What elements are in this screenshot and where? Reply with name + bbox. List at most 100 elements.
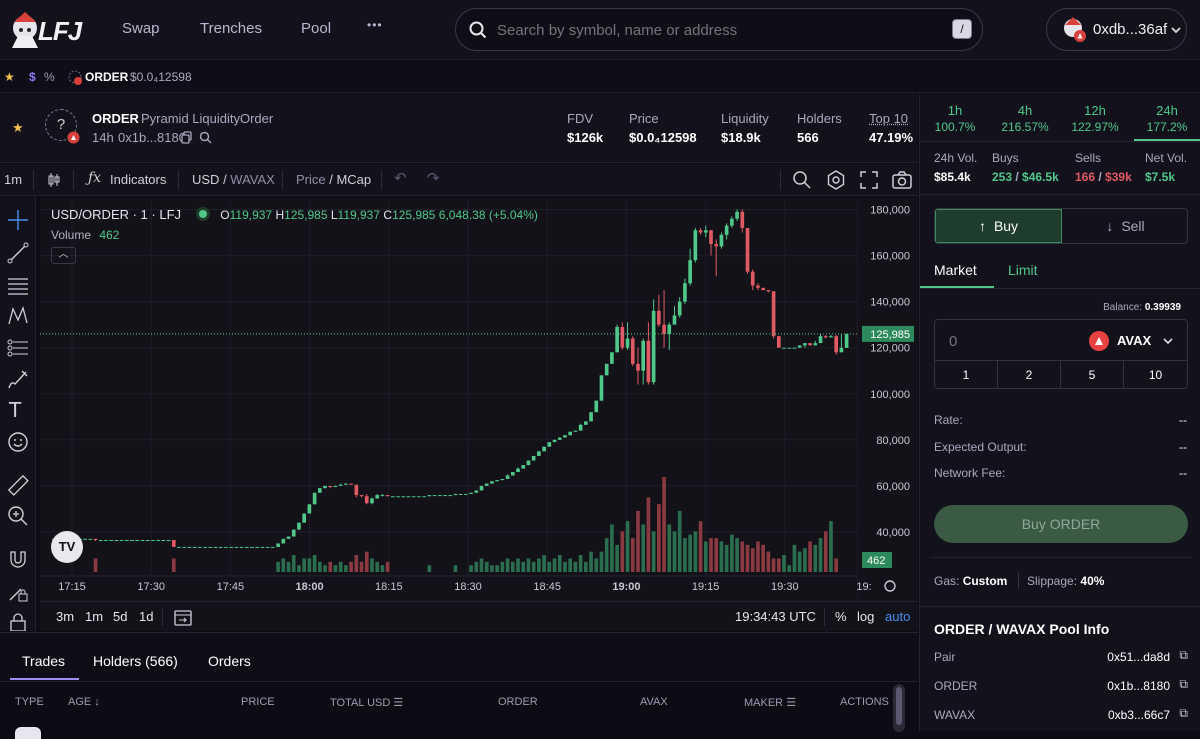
chart-clock[interactable]: 19:34:43 UTC bbox=[735, 609, 816, 624]
brush-icon[interactable] bbox=[7, 368, 29, 390]
tf-tab-1h[interactable]: 1h 100.7% bbox=[920, 94, 990, 141]
range-1m[interactable]: 1m bbox=[85, 609, 103, 624]
crosshair-icon[interactable] bbox=[7, 209, 29, 231]
sell-tab[interactable]: ↓ Sell bbox=[1062, 209, 1188, 243]
fullscreen-icon[interactable] bbox=[860, 171, 878, 189]
logo[interactable]: LFJ bbox=[8, 10, 90, 50]
slippage-setting[interactable]: Slippage: 40% bbox=[1027, 574, 1104, 588]
redo-icon[interactable]: ↷ bbox=[427, 169, 440, 187]
tab-orders[interactable]: Orders bbox=[208, 653, 251, 669]
rate-value: -- bbox=[1179, 413, 1187, 427]
amount-input[interactable] bbox=[949, 330, 1069, 352]
range-3m[interactable]: 3m bbox=[56, 609, 74, 624]
tf-tab-12h[interactable]: 12h 122.97% bbox=[1060, 94, 1130, 141]
volume-bar bbox=[787, 565, 791, 572]
lock-icon[interactable] bbox=[7, 612, 29, 631]
candle-body bbox=[845, 334, 849, 348]
fib-retracement-icon[interactable] bbox=[7, 274, 29, 296]
external-link-icon[interactable]: ⧉ bbox=[1179, 677, 1188, 692]
chart-canvas[interactable]: 180,000 160,000 140,000 120,000 100,000 80,00… bbox=[40, 198, 918, 601]
zoom-in-icon[interactable] bbox=[7, 505, 29, 527]
tab-trades[interactable]: Trades bbox=[22, 653, 65, 669]
token-header: ★ ? ORDER Pyramid LiquidityOrder 14h 0x1… bbox=[0, 94, 918, 163]
tradingview-logo[interactable]: TV bbox=[51, 531, 83, 563]
nav-swap[interactable]: Swap bbox=[122, 20, 160, 37]
text-icon[interactable]: T bbox=[9, 398, 21, 422]
candle-body bbox=[777, 336, 781, 348]
col-age[interactable]: AGE ↓ bbox=[68, 696, 100, 708]
search-input[interactable] bbox=[497, 19, 917, 41]
pool-row-value[interactable]: 0x1b...8180 bbox=[1107, 679, 1170, 693]
buy-sell-toggle: ↑ Buy ↓ Sell bbox=[934, 208, 1188, 244]
volume-bar bbox=[730, 535, 734, 572]
undo-icon[interactable]: ↶ bbox=[394, 169, 407, 187]
range-1d[interactable]: 1d bbox=[139, 609, 153, 624]
external-link-icon[interactable]: ⧉ bbox=[1179, 706, 1188, 721]
order-type-limit[interactable]: Limit bbox=[1008, 262, 1038, 278]
quick-amount-1[interactable]: 1 bbox=[935, 361, 998, 388]
pattern-icon[interactable] bbox=[7, 305, 29, 327]
settings-icon[interactable] bbox=[826, 170, 846, 190]
nav-trenches[interactable]: Trenches bbox=[200, 20, 262, 37]
price-mcap-toggle[interactable]: Price / MCap bbox=[296, 172, 371, 187]
pool-row-value[interactable]: 0xb3...66c7 bbox=[1108, 708, 1170, 722]
order-type-market[interactable]: Market bbox=[934, 262, 977, 278]
collapse-legend-button[interactable]: ︿ bbox=[51, 247, 76, 264]
price-chart[interactable]: 180,000 160,000 140,000 120,000 100,000 80,00… bbox=[40, 198, 918, 601]
magnet-icon[interactable] bbox=[7, 549, 29, 571]
gas-label: Gas: bbox=[934, 574, 959, 588]
tf-value: 100.7% bbox=[920, 120, 990, 134]
star-icon[interactable]: ★ bbox=[4, 70, 15, 84]
fav-token-symbol[interactable]: ORDER bbox=[85, 70, 128, 84]
ohlc-o-label: O bbox=[220, 208, 229, 222]
log-scale-toggle[interactable]: log bbox=[857, 609, 874, 624]
pool-info-title: ORDER / WAVAX Pool Info bbox=[934, 621, 1109, 637]
range-5d[interactable]: 5d bbox=[113, 609, 127, 624]
ruler-icon[interactable] bbox=[7, 474, 29, 496]
volume-bar bbox=[313, 555, 317, 572]
copy-icon[interactable] bbox=[181, 131, 193, 144]
lock-drawing-icon[interactable] bbox=[7, 581, 29, 603]
tf-tab-4h[interactable]: 4h 216.57% bbox=[990, 94, 1060, 141]
asset-select[interactable]: AVAX bbox=[1089, 330, 1179, 352]
nav-more-button[interactable]: ••• bbox=[367, 18, 383, 32]
quick-amount-10[interactable]: 10 bbox=[1124, 361, 1187, 388]
external-link-icon[interactable]: ⧉ bbox=[1179, 648, 1188, 663]
wallet-button[interactable]: 0xdb...36af bbox=[1046, 8, 1187, 51]
col-maker[interactable]: MAKER ☰ bbox=[744, 696, 796, 709]
col-total-usd[interactable]: TOTAL USD ☰ bbox=[330, 696, 403, 709]
candle-body bbox=[355, 485, 359, 495]
pool-row-value[interactable]: 0x51...da8d bbox=[1107, 650, 1170, 664]
buy-submit-button[interactable]: Buy ORDER bbox=[934, 505, 1188, 543]
search-icon[interactable] bbox=[199, 131, 212, 144]
table-scrollbar[interactable] bbox=[893, 684, 905, 732]
indicators-button[interactable]: Indicators bbox=[110, 172, 166, 187]
search-box[interactable]: / bbox=[455, 8, 983, 51]
quick-amount-5[interactable]: 5 bbox=[1061, 361, 1124, 388]
date-range-icon[interactable] bbox=[174, 608, 192, 626]
candles-type-icon[interactable] bbox=[46, 172, 62, 188]
interval-button[interactable]: 1m bbox=[4, 172, 22, 187]
favorite-star-icon[interactable]: ★ bbox=[12, 120, 24, 136]
tf-tab-24h[interactable]: 24h 177.2% bbox=[1134, 94, 1200, 141]
quick-amount-2[interactable]: 2 bbox=[998, 361, 1061, 388]
percent-toggle[interactable]: % bbox=[44, 70, 55, 84]
gas-setting[interactable]: Gas: Custom bbox=[934, 574, 1007, 588]
stat-top10[interactable]: Top 10 47.19% bbox=[869, 111, 913, 145]
auto-scale-toggle[interactable]: auto bbox=[885, 609, 910, 624]
percent-scale-toggle[interactable]: % bbox=[835, 609, 847, 624]
quick-search-icon[interactable] bbox=[792, 170, 812, 190]
tab-holders[interactable]: Holders (566) bbox=[93, 653, 178, 669]
nav-pool[interactable]: Pool bbox=[301, 20, 331, 37]
emoji-icon[interactable] bbox=[7, 431, 29, 453]
candle-body bbox=[840, 348, 844, 352]
prediction-icon[interactable] bbox=[7, 337, 29, 359]
camera-icon[interactable] bbox=[892, 171, 912, 189]
trend-line-icon[interactable] bbox=[7, 242, 29, 264]
dollar-toggle[interactable]: $ bbox=[29, 70, 36, 84]
status-dot-icon bbox=[199, 210, 207, 218]
buys-24h: Buys 253 / $46.5k bbox=[992, 151, 1059, 184]
currency-toggle[interactable]: USD / WAVAX bbox=[192, 172, 275, 187]
buy-tab[interactable]: ↑ Buy bbox=[935, 209, 1062, 243]
candle-body bbox=[255, 547, 259, 548]
